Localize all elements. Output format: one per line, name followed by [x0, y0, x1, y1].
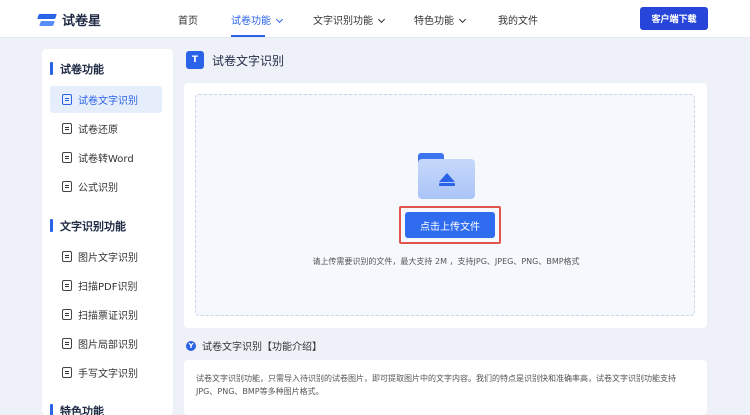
sidebar-item-image-ocr[interactable]: 图片文字识别 — [50, 243, 162, 270]
sidebar-item-label: 试卷还原 — [78, 125, 118, 136]
client-download-button[interactable]: 客户端下载 — [640, 7, 708, 30]
sidebar-item-handwriting-ocr[interactable]: 手写文字识别 — [50, 359, 162, 386]
nav-my-files[interactable]: 我的文件 — [498, 12, 538, 27]
ticket-icon — [62, 309, 72, 320]
intro-heading: Y 试卷文字识别【功能介绍】 — [186, 338, 322, 353]
sidebar-item-scan-ticket[interactable]: 扫描票证识别 — [50, 301, 162, 328]
intro-icon: Y — [186, 340, 196, 351]
page-heading: T 试卷文字识别 — [186, 51, 284, 69]
sidebar-section-title: 特色功能 — [50, 403, 104, 415]
sidebar-item-label: 扫描PDF识别 — [78, 282, 138, 293]
nav-exam-functions-label: 试卷功能 — [231, 16, 271, 27]
top-header: 试卷星 首页 试卷功能 文字识别功能 特色功能 我的文件 客户端下载 — [0, 0, 750, 38]
nav-active-underline — [231, 35, 265, 37]
sidebar-section-title: 文字识别功能 — [50, 218, 126, 234]
pdf-icon — [62, 280, 72, 291]
document-icon — [62, 152, 72, 163]
sidebar-item-exam-restore[interactable]: 试卷还原 — [50, 115, 162, 142]
chevron-down-icon — [458, 15, 467, 24]
crop-icon — [62, 338, 72, 349]
upload-hint: 请上传需要识别的文件，最大支持 2M ，支持JPG、JPEG、PNG、BMP格式 — [312, 257, 580, 266]
nav-featured-functions-label: 特色功能 — [414, 16, 454, 27]
intro-title: 试卷文字识别【功能介绍】 — [202, 342, 322, 353]
sidebar-item-exam-ocr[interactable]: 试卷文字识别 — [50, 86, 162, 113]
sidebar-item-exam-to-word[interactable]: 试卷转Word — [50, 144, 162, 171]
text-recognition-icon: T — [186, 51, 204, 69]
sidebar-item-label: 扫描票证识别 — [78, 311, 138, 322]
logo-text: 试卷星 — [62, 14, 102, 29]
sidebar-item-formula-ocr[interactable]: 公式识别 — [50, 173, 162, 200]
handwriting-icon — [62, 367, 72, 378]
nav-home[interactable]: 首页 — [178, 12, 198, 27]
sidebar-section-title: 试卷功能 — [50, 61, 104, 77]
nav-ocr-functions[interactable]: 文字识别功能 — [313, 12, 386, 27]
logo-icon — [37, 12, 57, 28]
document-icon — [62, 94, 72, 105]
sidebar-item-label: 图片局部识别 — [78, 340, 138, 351]
sidebar-item-label: 试卷文字识别 — [78, 96, 138, 107]
chevron-down-icon — [377, 15, 386, 24]
sidebar-item-label: 图片文字识别 — [78, 253, 138, 264]
formula-icon — [62, 181, 72, 192]
upload-file-button[interactable]: 点击上传文件 — [405, 212, 495, 238]
upload-dropzone[interactable]: 点击上传文件 请上传需要识别的文件，最大支持 2M ，支持JPG、JPEG、PN… — [195, 94, 695, 316]
intro-card: 试卷文字识别功能，只需导入待识别的试卷图片，即可提取图片中的文字内容。我们的特点… — [184, 360, 707, 415]
document-icon — [62, 123, 72, 134]
nav-ocr-functions-label: 文字识别功能 — [313, 16, 373, 27]
sidebar-item-scan-pdf[interactable]: 扫描PDF识别 — [50, 272, 162, 299]
nav-featured-functions[interactable]: 特色功能 — [414, 12, 467, 27]
sidebar: 试卷功能 试卷文字识别 试卷还原 试卷转Word 公式识别 文字识别功能 图片文… — [42, 49, 173, 415]
image-icon — [62, 251, 72, 262]
page-title: 试卷文字识别 — [212, 53, 285, 68]
chevron-down-icon — [275, 15, 284, 24]
upload-button-highlight: 点击上传文件 — [399, 206, 501, 244]
upload-card: 点击上传文件 请上传需要识别的文件，最大支持 2M ，支持JPG、JPEG、PN… — [184, 83, 707, 328]
folder-upload-icon — [418, 153, 475, 199]
logo[interactable]: 试卷星 — [37, 10, 102, 29]
sidebar-item-label: 手写文字识别 — [78, 369, 138, 380]
sidebar-item-label: 试卷转Word — [78, 154, 134, 165]
sidebar-item-label: 公式识别 — [78, 183, 118, 194]
nav-exam-functions[interactable]: 试卷功能 — [231, 12, 284, 27]
intro-text: 试卷文字识别功能，只需导入待识别的试卷图片，即可提取图片中的文字内容。我们的特点… — [196, 374, 676, 396]
sidebar-item-partial-ocr[interactable]: 图片局部识别 — [50, 330, 162, 357]
